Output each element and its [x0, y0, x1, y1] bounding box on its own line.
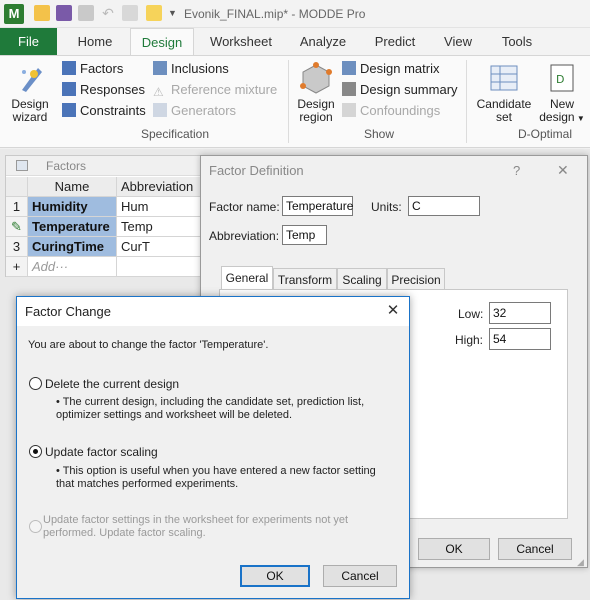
cube-icon — [300, 62, 332, 94]
grid-corner — [6, 177, 28, 197]
factor-name-cell[interactable]: CuringTime — [28, 237, 117, 257]
tab-analyze[interactable]: Analyze — [290, 28, 356, 55]
tab-precision[interactable]: Precision — [387, 268, 445, 290]
factor-change-ok-button[interactable]: OK — [240, 565, 310, 587]
update-scaling-description: • This option is useful when you have en… — [56, 465, 376, 490]
tab-transform[interactable]: Transform — [273, 268, 337, 290]
row-number: 1 — [6, 197, 28, 217]
units-field[interactable]: C — [408, 196, 480, 216]
design-wizard-button[interactable]: Design wizard — [8, 62, 52, 124]
tab-scaling[interactable]: Scaling — [337, 268, 387, 290]
title-bar: M ↶ ▼ Evonik_FINAL.mip* - MODDE Pro — [0, 0, 590, 28]
help-icon[interactable]: ? — [513, 163, 520, 178]
update-scaling-radio[interactable] — [29, 445, 42, 458]
app-icon: M — [4, 4, 24, 24]
candidate-set-button[interactable]: Candidate set — [472, 62, 536, 124]
save-icon[interactable] — [56, 5, 72, 21]
factor-change-title: Factor Change — [25, 304, 111, 319]
ribbon-separator — [288, 60, 289, 143]
row-edit-pencil-icon: ✎ — [6, 217, 28, 237]
factor-change-cancel-button[interactable]: Cancel — [323, 565, 397, 587]
tab-home[interactable]: Home — [64, 28, 126, 55]
factor-definition-cancel-button[interactable]: Cancel — [498, 538, 572, 560]
factor-name-cell[interactable]: Humidity — [28, 197, 117, 217]
resize-grip-icon[interactable]: ◢ — [577, 557, 584, 568]
specification-group-label: Specification — [140, 127, 210, 141]
column-header-name[interactable]: Name — [28, 177, 117, 197]
tab-view[interactable]: View — [434, 28, 482, 55]
constraints-button[interactable]: Constraints — [62, 102, 146, 120]
wizard-icon — [14, 62, 46, 94]
factor-change-message: You are about to change the factor 'Temp… — [28, 339, 269, 351]
factor-definition-ok-button[interactable]: OK — [418, 538, 490, 560]
confoundings-button[interactable]: Confoundings — [342, 102, 440, 120]
matrix-icon — [342, 61, 356, 75]
close-icon[interactable]: ✕ — [383, 302, 403, 320]
factor-name-field[interactable]: Temperature — [282, 196, 353, 216]
new-design-button[interactable]: D New design ▼ — [538, 62, 586, 125]
dropdown-arrow-icon[interactable]: ▼ — [575, 114, 585, 123]
high-label: High: — [455, 333, 484, 347]
new-design-icon: D — [546, 62, 578, 94]
grid-icon — [16, 160, 28, 171]
update-worksheet-label[interactable]: Update factor settings in the worksheet … — [43, 514, 348, 540]
factor-name-cell[interactable]: Temperature — [28, 217, 117, 237]
design-region-button[interactable]: Design region — [294, 62, 338, 124]
tab-general[interactable]: General — [221, 266, 273, 290]
copy-icon[interactable] — [78, 5, 94, 21]
ribbon-separator — [466, 60, 467, 143]
inclusions-icon — [153, 61, 167, 75]
tab-file[interactable]: File — [0, 28, 57, 55]
delete-design-label[interactable]: Delete the current design — [45, 377, 179, 391]
low-label: Low: — [458, 307, 484, 321]
reference-mixture-button[interactable]: ⚠ Reference mixture — [153, 81, 277, 99]
candidate-set-icon — [488, 62, 520, 94]
factors-panel-title: Factors — [46, 159, 87, 173]
high-value-field[interactable]: 54 — [489, 328, 551, 350]
generators-icon — [153, 103, 167, 117]
add-row-icon[interactable]: + — [6, 257, 28, 277]
delete-design-description: • The current design, including the cand… — [56, 396, 365, 421]
row-number: 3 — [6, 237, 28, 257]
tab-tools[interactable]: Tools — [492, 28, 542, 55]
design-matrix-button[interactable]: Design matrix — [342, 60, 439, 78]
factors-button[interactable]: Factors — [62, 60, 123, 78]
svg-text:D: D — [556, 73, 564, 86]
units-label: Units: — [371, 200, 402, 214]
constraints-icon — [62, 103, 76, 117]
inclusions-button[interactable]: Inclusions — [153, 60, 229, 78]
customize-toolbar-icon[interactable]: ▼ — [168, 5, 178, 21]
close-icon[interactable]: ✕ — [557, 162, 569, 179]
responses-icon — [62, 82, 76, 96]
update-scaling-label[interactable]: Update factor scaling — [45, 445, 158, 459]
confoundings-icon — [342, 103, 356, 117]
undo-icon[interactable]: ↶ — [100, 5, 116, 21]
factors-panel-header — [6, 156, 214, 176]
responses-button[interactable]: Responses — [62, 81, 145, 99]
factors-icon — [62, 61, 76, 75]
doptimal-group-label: D-Optimal — [517, 127, 572, 141]
factor-definition-title: Factor Definition — [209, 163, 304, 178]
add-factor-cell[interactable]: Add··· — [28, 257, 117, 277]
paste-icon[interactable] — [122, 5, 138, 21]
abbreviation-label: Abbreviation: — [209, 229, 280, 243]
low-value-field[interactable]: 32 — [489, 302, 551, 324]
tab-design[interactable]: Design — [130, 28, 194, 56]
window-title: Evonik_FINAL.mip* - MODDE Pro — [184, 7, 366, 21]
warning-icon: ⚠ — [153, 85, 164, 99]
generators-button[interactable]: Generators — [153, 102, 236, 120]
tab-predict[interactable]: Predict — [364, 28, 426, 55]
open-file-icon[interactable] — [146, 5, 162, 21]
summary-icon — [342, 82, 356, 96]
factor-name-label: Factor name: — [209, 200, 280, 214]
delete-design-radio[interactable] — [29, 377, 42, 390]
update-worksheet-radio[interactable] — [29, 520, 42, 533]
show-group-label: Show — [363, 127, 395, 141]
tab-worksheet[interactable]: Worksheet — [200, 28, 282, 55]
design-summary-button[interactable]: Design summary — [342, 81, 458, 99]
abbreviation-field[interactable]: Temp — [282, 225, 327, 245]
new-file-icon[interactable] — [34, 5, 50, 21]
